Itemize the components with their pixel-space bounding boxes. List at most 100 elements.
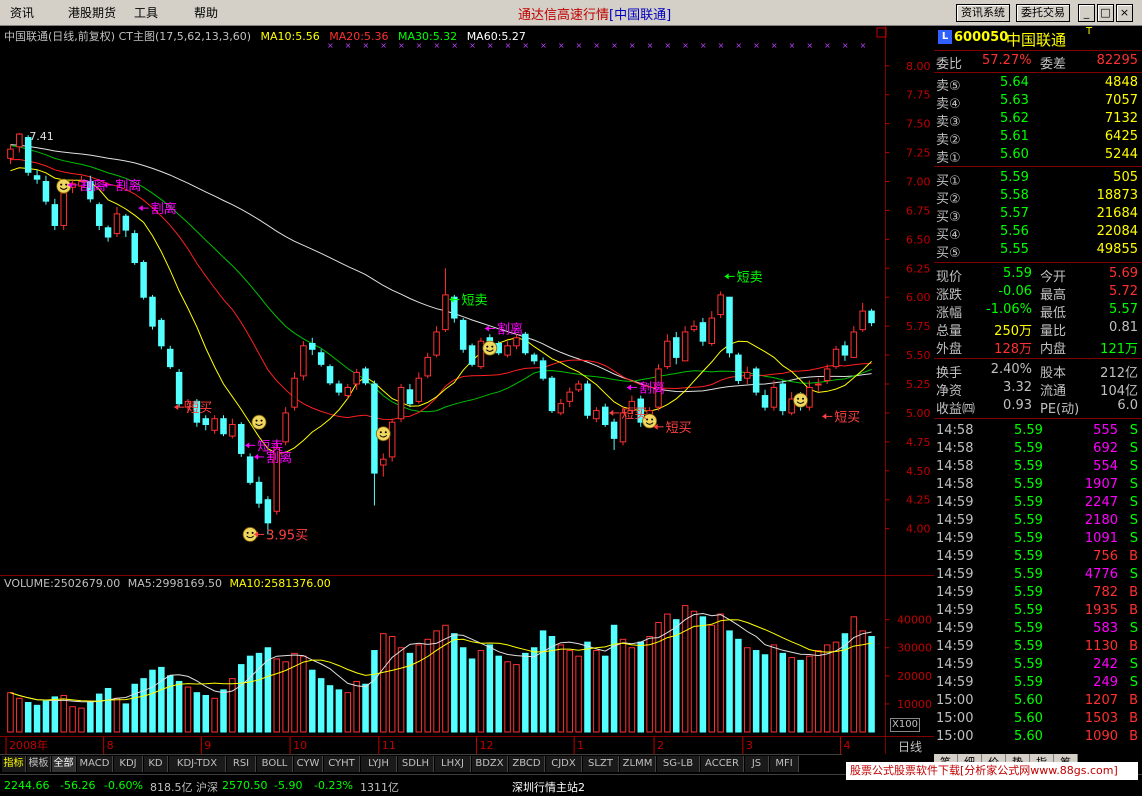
- tick-side: S: [1129, 459, 1138, 474]
- tab-指标[interactable]: 指标: [2, 756, 26, 772]
- tick-row: 14:59 5.59 782 B: [934, 585, 1142, 603]
- fin-label: 股本: [1040, 366, 1067, 381]
- candle-body: [726, 296, 733, 354]
- bid-row-1: 买① 5.59 505: [934, 170, 1142, 189]
- tick-price: 5.60: [1014, 693, 1043, 708]
- y-tick-label: 7.75: [906, 89, 931, 102]
- sz-percent: -0.23%: [314, 779, 353, 792]
- tick-price: 5.59: [1014, 567, 1043, 582]
- trade-button[interactable]: 委托交易: [1016, 4, 1070, 22]
- x-tick-label: 2: [657, 739, 664, 752]
- signal-marker: ×: [860, 41, 867, 50]
- volume-bar: [229, 678, 236, 733]
- tick-row: 14:59 5.59 756 B: [934, 549, 1142, 567]
- tab-全部[interactable]: 全部: [52, 756, 76, 772]
- tab-bdzx[interactable]: BDZX: [472, 756, 508, 772]
- tab-accer[interactable]: ACCER: [701, 756, 744, 772]
- tick-price: 5.59: [1014, 459, 1043, 474]
- tick-row: 14:59 5.59 2247 S: [934, 495, 1142, 513]
- candle-body: [584, 383, 591, 416]
- ask-volume: 4848: [1104, 75, 1138, 90]
- app-title: 通达信高速行情[中国联通]: [518, 4, 671, 23]
- quote-title: L 600050 中国联通 T: [934, 26, 1142, 49]
- menu-hk-futures[interactable]: 港股期货: [68, 4, 116, 21]
- tab-模板[interactable]: 模板: [27, 756, 51, 772]
- tick-time: 14:59: [936, 621, 974, 636]
- tab-rsi[interactable]: RSI: [227, 756, 256, 772]
- ask-label: 卖⑤: [936, 79, 961, 94]
- volume-bar: [175, 680, 183, 733]
- tab-slzt[interactable]: SLZT: [583, 756, 619, 772]
- tick-side: B: [1129, 693, 1138, 708]
- tick-time: 14:59: [936, 549, 974, 564]
- tab-lhxj[interactable]: LHXJ: [435, 756, 471, 772]
- kline-chart-panel[interactable]: 8.00 7.75 7.50 7.25 7.00 6.75 6.50 6.25 6.00 5.75…: [0, 26, 934, 754]
- tab-mfi[interactable]: MFI: [770, 756, 799, 772]
- ask-price: 5.62: [1000, 111, 1029, 126]
- tab-kd[interactable]: KD: [144, 756, 168, 772]
- volume-bar: [255, 652, 263, 733]
- menu-info[interactable]: 资讯: [10, 4, 34, 21]
- tab-kdj-tdx[interactable]: KDJ-TDX: [169, 756, 226, 772]
- minimize-icon[interactable]: _: [1078, 4, 1095, 22]
- tick-side: S: [1129, 441, 1138, 456]
- tab-cyw[interactable]: CYW: [294, 756, 323, 772]
- tab-macd[interactable]: MACD: [77, 756, 113, 772]
- period-label[interactable]: 日线: [898, 738, 922, 754]
- signal-marker: ×: [806, 41, 813, 50]
- tick-volume: 1091: [1084, 531, 1118, 546]
- kline-chart[interactable]: 8.00 7.75 7.50 7.25 7.00 6.75 6.50 6.25 6.00 5.75…: [0, 26, 934, 754]
- tick-time: 14:59: [936, 513, 974, 528]
- tab-lyjh[interactable]: LYJH: [361, 756, 397, 772]
- tick-price: 5.59: [1014, 585, 1043, 600]
- volume-bar: [708, 624, 716, 733]
- info-system-button[interactable]: 资讯系统: [956, 4, 1010, 22]
- tab-sg-lb[interactable]: SG-LB: [657, 756, 700, 772]
- annotation-arrowhead: [724, 273, 729, 280]
- order-diff-value: 82295: [1096, 53, 1138, 68]
- candle-body: [255, 481, 263, 504]
- volume-bar: [699, 616, 707, 733]
- tick-price: 5.59: [1014, 639, 1043, 654]
- menu-help[interactable]: 帮助: [194, 4, 218, 21]
- ask-row-4: 卖④ 5.63 7057: [934, 93, 1142, 112]
- tick-side: S: [1129, 567, 1138, 582]
- tick-price: 5.59: [1014, 423, 1043, 438]
- volume-bar: [593, 650, 600, 733]
- stat-label: 最高: [1040, 288, 1067, 303]
- tab-cyht[interactable]: CYHT: [324, 756, 360, 772]
- tick-price: 5.59: [1014, 675, 1043, 690]
- tab-sdlh[interactable]: SDLH: [398, 756, 434, 772]
- candle-body: [539, 360, 547, 379]
- tab-zbcd[interactable]: ZBCD: [509, 756, 545, 772]
- tab-cjdx[interactable]: CJDX: [546, 756, 582, 772]
- close-icon[interactable]: ×: [1116, 4, 1133, 22]
- annotation-arrowhead: [254, 453, 259, 460]
- volume-bar: [380, 633, 387, 733]
- fin-label: 换手: [936, 366, 963, 381]
- bid-volume: 49855: [1096, 242, 1138, 257]
- volume-bar: [681, 605, 689, 733]
- signal-marker: ×: [629, 41, 636, 50]
- tab-kdj[interactable]: KDJ: [114, 756, 143, 772]
- volume-bar: [326, 685, 334, 733]
- y-tick-label: 6.75: [906, 204, 931, 217]
- tick-row: 14:58 5.59 554 S: [934, 459, 1142, 477]
- tick-volume: 2180: [1084, 513, 1118, 528]
- t-flag: T: [1086, 26, 1093, 37]
- menu-tools[interactable]: 工具: [134, 4, 158, 21]
- x100-button[interactable]: X100: [890, 718, 920, 732]
- candle-body: [548, 377, 556, 412]
- order-diff-label: 委差: [1040, 57, 1067, 72]
- tab-boll[interactable]: BOLL: [257, 756, 293, 772]
- maximize-icon[interactable]: □: [1097, 4, 1114, 22]
- chart-close-icon[interactable]: [876, 27, 887, 38]
- volume-bar: [815, 650, 822, 733]
- ad-banner[interactable]: 股票公式股票软件下载[分析家公式网www.88gs.com]: [846, 762, 1138, 780]
- volume-bar: [841, 633, 849, 733]
- tab-zlmm[interactable]: ZLMM: [620, 756, 656, 772]
- tab-js[interactable]: JS: [745, 756, 769, 772]
- fin-label: PE(动): [1040, 402, 1080, 417]
- sz-label: 沪深: [196, 781, 218, 794]
- volume-tick-label: 40000: [897, 614, 932, 627]
